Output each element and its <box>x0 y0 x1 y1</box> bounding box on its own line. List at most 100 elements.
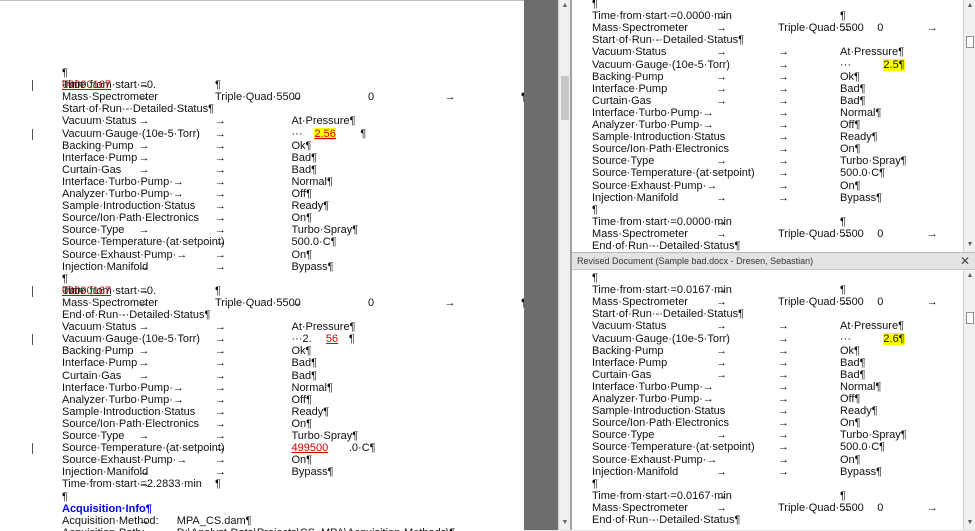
line-text: Injection·Manifold <box>592 191 679 204</box>
line-text: → <box>716 10 727 23</box>
line-text: 2.5¶ <box>883 58 905 71</box>
line-text: Mass·Spectrometer <box>592 22 688 35</box>
line-text: → <box>716 465 727 478</box>
line-text: Analyzer·Turbo·Pump·→ <box>592 393 714 405</box>
line-text: Ok¶ <box>840 344 860 357</box>
line-text: On¶ <box>840 143 861 156</box>
line-text: Ok¶ <box>291 345 312 358</box>
line-text: Bypass¶ <box>840 191 882 204</box>
line-text: End·of·Run·-·Detailed·Status¶ <box>592 514 741 526</box>
line-text: → <box>215 163 226 176</box>
line-text: Interface·Pump <box>62 151 138 164</box>
original-document-pane[interactable]: ¶ Time·from·start·=0. 00000167 ·min → ¶ Mass·S… <box>0 0 524 531</box>
line-text: Turbo·Spray¶ <box>291 430 359 442</box>
line-text: 499500 <box>291 442 329 455</box>
line-text: ¶ <box>215 284 221 297</box>
line-text: → <box>778 131 789 144</box>
line-text: → <box>138 514 150 527</box>
line-text: ¶ <box>215 79 221 92</box>
line-text: On¶ <box>291 454 313 467</box>
line-text: Source·Type <box>62 430 125 442</box>
scroll-thumb[interactable] <box>966 312 974 324</box>
scroll-up-arrow-icon[interactable]: ▲ <box>966 2 974 10</box>
line-text: Off¶ <box>291 188 312 200</box>
line-text: → <box>716 191 727 204</box>
line-text: Bad¶ <box>840 368 866 381</box>
line-text: Interface·Turbo·Pump·→ <box>62 175 184 188</box>
line-text: → <box>138 115 150 128</box>
line-text: Sample·Introduction·Status <box>592 131 726 144</box>
scroll-down-arrow-icon[interactable]: ▼ <box>561 519 569 527</box>
line-text: → <box>138 357 150 370</box>
scroll-up-arrow-icon[interactable]: ▲ <box>966 272 974 280</box>
line-text: → <box>215 260 226 273</box>
line-text: 56 <box>325 333 339 346</box>
line-text: → <box>926 227 938 240</box>
line-text: → <box>138 91 150 104</box>
line-text: At·Pressure¶ <box>291 321 356 334</box>
line-text: Interface·Turbo·Pump·→ <box>592 380 714 393</box>
line-text: → <box>778 344 789 357</box>
line-text: ··· <box>291 127 303 140</box>
line-text: → <box>778 393 789 405</box>
line-text: 0 <box>877 296 884 309</box>
line-text: → <box>778 143 789 156</box>
bottom-right-vertical-scrollbar[interactable]: ▲ ▼ <box>963 270 975 530</box>
scroll-down-arrow-icon[interactable]: ▼ <box>966 241 974 249</box>
line-text: .0·C¶ <box>348 442 376 455</box>
line-text: → <box>778 368 789 381</box>
line-text: → <box>215 151 226 164</box>
scroll-thumb[interactable] <box>966 36 974 48</box>
line-text: Normal¶ <box>840 106 882 119</box>
close-icon[interactable]: ✕ <box>960 254 970 268</box>
line-text: On¶ <box>291 417 313 430</box>
line-text: Bad¶ <box>291 357 317 370</box>
line-text: Sample·Introduction·Status <box>62 405 196 418</box>
scroll-up-arrow-icon[interactable]: ▲ <box>561 2 569 10</box>
line-text: → <box>215 139 226 152</box>
line-text: Interface·Pump <box>62 357 138 370</box>
line-text: On¶ <box>291 248 313 261</box>
line-text: → <box>716 82 727 95</box>
line-text: → <box>138 151 150 164</box>
line-text: Source·Type <box>62 224 125 237</box>
line-text: ¶ <box>592 0 598 10</box>
revised-document-pane[interactable]: ¶ Time·from·start·=0.0167·min → ¶ Mass·Spect… <box>572 270 963 530</box>
line-text: Mass·Spectrometer <box>592 227 688 240</box>
line-text: Vacuum·Status <box>592 320 667 333</box>
line-text: Curtain·Gas <box>62 163 122 176</box>
line-text: Injection·Manifold <box>592 465 679 478</box>
change-bar <box>32 80 33 92</box>
line-text: → <box>840 501 851 514</box>
line-text: → <box>778 417 789 430</box>
line-text: Backing·Pump <box>592 70 664 83</box>
line-text: At·Pressure¶ <box>840 320 904 333</box>
line-text: → <box>215 381 226 394</box>
line-text: → <box>215 405 226 418</box>
top-right-vertical-scrollbar[interactable]: ▲ ▼ <box>963 0 975 252</box>
line-text: Bad¶ <box>291 369 317 382</box>
line-text: → <box>778 179 789 192</box>
line-text: 500.0·C¶ <box>840 441 886 454</box>
line-text: Curtain·Gas <box>592 368 652 381</box>
line-text: Acquisition·Path: <box>62 527 145 531</box>
original-document-right-pane[interactable]: ¶ Time·from·start·=0.0000·min → ¶ Mass·Spect… <box>572 0 963 252</box>
scroll-thumb[interactable] <box>561 76 569 120</box>
line-text: Backing·Pump <box>62 139 134 152</box>
line-text: Bad¶ <box>291 163 317 176</box>
line-text: 0 <box>877 227 884 240</box>
line-text: → <box>778 119 789 131</box>
line-text: → <box>215 236 226 249</box>
line-text: → <box>716 227 727 240</box>
line-text: → <box>138 369 150 382</box>
line-text: At·Pressure¶ <box>291 115 356 128</box>
line-text: Time·from·start·=0.0000·min <box>592 215 732 228</box>
line-text: 2.6¶ <box>883 332 905 345</box>
line-text: ··· <box>840 58 851 71</box>
line-text: Source·Exhaust·Pump·→ <box>592 179 718 192</box>
line-text: Source/Ion·Path·Electronics <box>592 143 729 156</box>
line-text: → <box>840 296 851 309</box>
line-text: ¶ <box>840 489 846 502</box>
line-text: → <box>778 453 789 466</box>
scroll-down-arrow-icon[interactable]: ▼ <box>966 519 974 527</box>
